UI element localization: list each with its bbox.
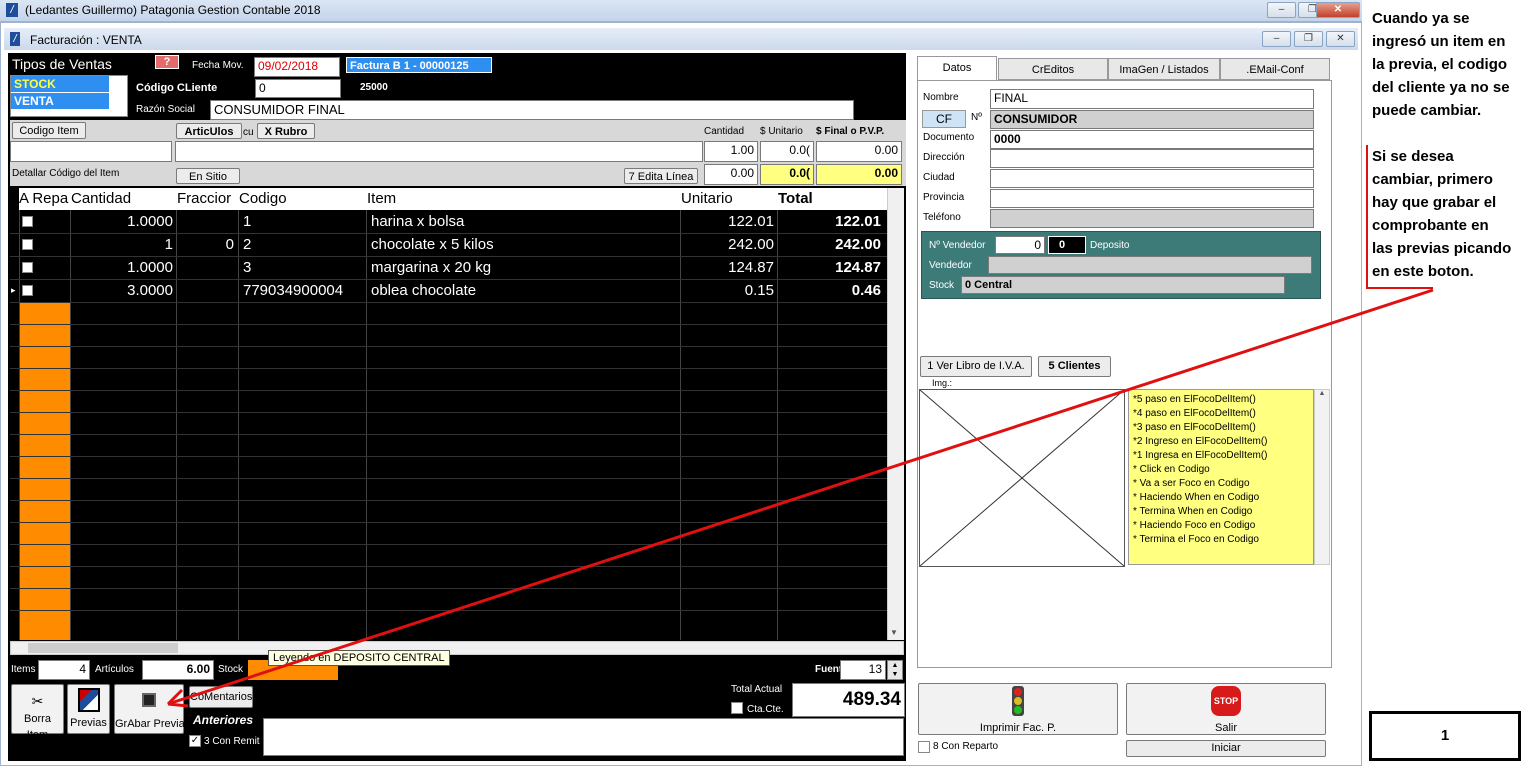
annotation-arrow <box>166 145 1434 708</box>
